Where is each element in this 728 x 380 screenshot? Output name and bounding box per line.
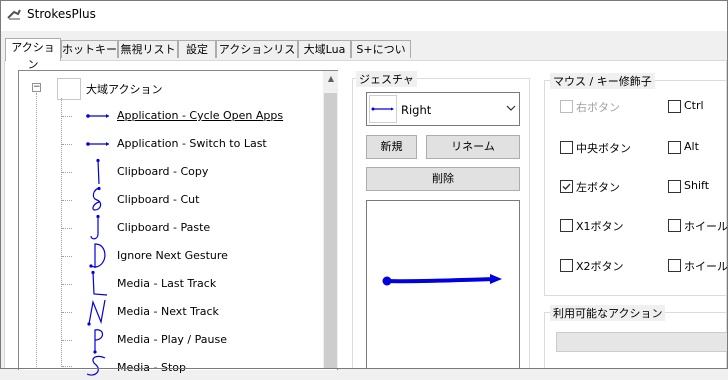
wheel-up-label: ホイール上: [684, 220, 728, 233]
tree-item[interactable]: Clipboard - Cut: [117, 193, 199, 206]
chevron-down-icon[interactable]: [506, 104, 516, 112]
new-gesture-button[interactable]: 新規: [366, 135, 417, 159]
gesture-right-icon: [86, 114, 109, 118]
tree-item[interactable]: Media - Stop: [117, 361, 186, 374]
tree-item[interactable]: Clipboard - Paste: [117, 221, 210, 234]
tree-item[interactable]: Media - Play / Pause: [117, 333, 227, 346]
x2-button-checkbox[interactable]: [560, 259, 573, 272]
shift-label: Shift: [684, 179, 710, 192]
tab-action-list[interactable]: アクションリスト: [216, 40, 298, 73]
ctrl-label: Ctrl: [684, 99, 704, 112]
tab-hotkeys[interactable]: ホットキー: [61, 40, 118, 58]
middle-button-checkbox[interactable]: [560, 141, 573, 154]
right-button-label: 右ボタン: [576, 101, 620, 114]
gesture-l-icon: [91, 270, 108, 296]
gesture-d-icon: [89, 243, 106, 268]
gesture-n-icon: [87, 299, 106, 326]
tab-global-lua[interactable]: 大域Lua: [298, 40, 351, 58]
tree-item[interactable]: Media - Last Track: [117, 277, 216, 290]
tab-about[interactable]: S+について: [351, 40, 411, 73]
left-button-checkbox[interactable]: [560, 180, 573, 193]
tree-item[interactable]: Media - Next Track: [117, 305, 219, 318]
tree-item[interactable]: Application - Switch to Last: [117, 137, 267, 150]
scroll-up-icon[interactable]: ▲: [325, 74, 337, 88]
app-icon: [7, 9, 21, 20]
gesture-group-title: ジェスチャ: [356, 71, 417, 87]
gesture-right-icon: [86, 142, 109, 146]
right-button-checkbox[interactable]: [560, 100, 573, 113]
tab-actions[interactable]: アクション: [5, 38, 61, 71]
x1-button-checkbox[interactable]: [560, 219, 573, 232]
gesture-select-value: Right: [401, 103, 432, 117]
gesture-s-icon: [86, 355, 106, 376]
tree-item[interactable]: Ignore Next Gesture: [117, 249, 228, 262]
window-title: StrokesPlus: [27, 7, 96, 21]
wheel-up-checkbox[interactable]: [668, 219, 681, 232]
collapse-toggle[interactable]: −: [32, 83, 41, 92]
tree-item[interactable]: Application - Cycle Open Apps: [117, 109, 283, 122]
alt-checkbox[interactable]: [668, 141, 681, 154]
wheel-down-checkbox[interactable]: [668, 259, 681, 272]
ctrl-checkbox[interactable]: [668, 100, 681, 113]
tree-item[interactable]: Clipboard - Copy: [117, 165, 208, 178]
gesture-right-icon: [369, 95, 397, 123]
checkmark-icon: [562, 183, 571, 191]
gesture-down-icon: [96, 158, 100, 185]
tab-ignore-list[interactable]: 無視リスト: [118, 40, 178, 58]
delete-gesture-button[interactable]: 削除: [366, 167, 520, 191]
shift-checkbox[interactable]: [668, 180, 681, 193]
alt-label: Alt: [684, 140, 699, 153]
title-bar: [1, 1, 727, 31]
modifiers-group-title: マウス / キー修飾子: [550, 73, 655, 89]
root-icon: [57, 78, 81, 100]
x2-button-label: X2ボタン: [576, 260, 624, 273]
gesture-p-icon: [93, 329, 104, 354]
gesture-stroke-preview: [382, 274, 502, 286]
gesture-loop-icon: [92, 186, 102, 211]
wheel-down-label: ホイール下: [684, 260, 728, 273]
tree-root-label[interactable]: 大域アクション: [86, 81, 162, 97]
rename-gesture-button[interactable]: リネーム: [426, 135, 520, 159]
available-actions-title: 利用可能なアクション: [550, 305, 666, 321]
available-actions-select[interactable]: [556, 332, 728, 352]
scroll-thumb[interactable]: [324, 93, 337, 369]
left-button-label: 左ボタン: [576, 181, 620, 194]
x1-button-label: X1ボタン: [576, 220, 624, 233]
middle-button-label: 中央ボタン: [576, 142, 631, 155]
tab-settings[interactable]: 設定: [178, 40, 216, 58]
gesture-curl-icon: [90, 214, 100, 240]
